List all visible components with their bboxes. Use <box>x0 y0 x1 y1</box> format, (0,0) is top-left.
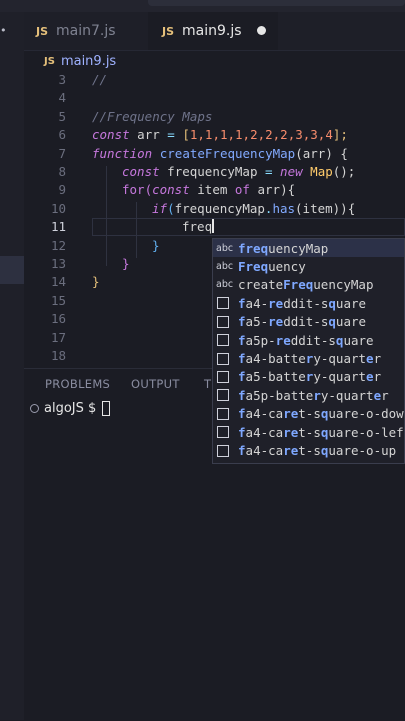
snippet-icon <box>217 444 229 457</box>
code-line: for(const item of arr){ <box>122 182 296 198</box>
line-number: 5 <box>58 108 66 124</box>
js-file-icon: JS <box>162 24 175 38</box>
snippet-icon <box>217 426 229 439</box>
suggestion-item[interactable]: fa5p-reddit-square <box>213 331 404 349</box>
text-suggestion-icon: abc <box>216 261 234 273</box>
terminal-line[interactable]: algoJS $ <box>30 401 111 416</box>
line-number: 7 <box>58 145 66 161</box>
terminal-status-icon <box>30 404 39 413</box>
more-icon[interactable]: • <box>0 24 14 37</box>
snippet-icon <box>217 370 229 383</box>
suggestion-label: fa4-caret-square-o-down <box>238 406 404 422</box>
activity-bar <box>0 12 24 720</box>
line-number: 6 <box>58 127 66 143</box>
command-center[interactable] <box>148 0 405 6</box>
code-line: } <box>122 256 130 271</box>
snippet-icon <box>217 352 229 365</box>
code-line: } <box>92 274 100 290</box>
tab-label: main7.js <box>56 23 116 39</box>
code-line: //Frequency Maps <box>92 108 213 124</box>
code-line: // <box>92 72 108 87</box>
suggestion-label: fa4-caret-square-o-up <box>238 443 397 459</box>
code-line: const frequencyMap = new Map(); <box>122 164 356 179</box>
suggestion-label: createFrequencyMap <box>238 277 374 293</box>
line-number: 17 <box>50 329 66 345</box>
js-file-icon: JS <box>44 55 55 67</box>
tab-output[interactable]: OUTPUT <box>131 377 180 391</box>
suggestion-item[interactable]: fa5-reddit-square <box>213 313 404 331</box>
snippet-icon <box>217 407 229 420</box>
snippet-icon <box>217 297 229 310</box>
suggestion-item[interactable]: fa4-caret-square-o-down <box>213 405 404 423</box>
line-number: 13 <box>50 256 66 271</box>
suggestion-label: fa4-battery-quarter <box>238 351 382 367</box>
line-number: 16 <box>50 311 66 327</box>
suggestion-item[interactable]: fa5-battery-quarter <box>213 368 404 386</box>
active-explorer-item[interactable] <box>0 256 24 284</box>
tab-main7[interactable]: JS main7.js <box>36 12 116 50</box>
unsaved-dot-icon[interactable] <box>257 26 266 35</box>
indent-guide <box>106 166 107 266</box>
line-number: 3 <box>58 72 66 87</box>
tab-terminal[interactable]: T <box>204 377 211 391</box>
code-line: function createFrequencyMap(arr) { <box>92 145 348 161</box>
tab-problems[interactable]: PROBLEMS <box>45 377 110 391</box>
line-number: 18 <box>50 348 66 363</box>
text-suggestion-icon: abc <box>216 279 234 291</box>
suggestion-label: fa5-battery-quarter <box>238 369 382 385</box>
text-cursor <box>212 219 214 234</box>
suggestion-label: fa5p-reddit-square <box>238 332 374 348</box>
suggestion-item[interactable]: abc frequencyMap <box>213 239 404 258</box>
suggestion-label: frequencyMap <box>238 240 329 256</box>
tab-main9[interactable]: JS main9.js <box>148 12 278 50</box>
terminal-cursor <box>102 401 111 416</box>
line-number: 9 <box>58 182 66 198</box>
snippet-icon <box>217 389 229 402</box>
suggestion-label: fa4-reddit-square <box>238 295 367 311</box>
line-number: 14 <box>50 274 66 290</box>
editor-tabs: JS main7.js JS main9.js <box>24 12 405 51</box>
suggestion-item[interactable]: fa4-reddit-square <box>213 294 404 312</box>
line-number: 15 <box>50 292 66 308</box>
suggestion-label: fa4-caret-square-o-left <box>238 424 404 440</box>
line-number: 8 <box>58 164 66 179</box>
code-line: const arr = [1,1,1,1,2,2,2,3,3,4]; <box>92 127 348 143</box>
code-line-current: freq <box>182 219 214 235</box>
current-line-highlight <box>92 218 405 236</box>
js-file-icon: JS <box>36 24 49 38</box>
line-number: 10 <box>50 200 66 216</box>
code-line: } <box>152 237 160 253</box>
suggestion-item[interactable]: abc createFrequencyMap <box>213 276 404 294</box>
line-number: 12 <box>50 237 66 253</box>
suggestion-item[interactable]: fa4-caret-square-o-left <box>213 423 404 441</box>
autocomplete-list[interactable]: abc frequencyMap abc Frequency abc createFreq… <box>212 238 405 464</box>
line-number: 11 <box>50 219 66 235</box>
suggestion-item[interactable]: fa4-battery-quarter <box>213 349 404 367</box>
code-line: if(frequencyMap.has(item)){ <box>152 200 356 216</box>
snippet-icon <box>217 334 229 347</box>
snippet-icon <box>217 315 229 328</box>
suggestion-label: fa5p-battery-quarter <box>238 387 389 403</box>
breadcrumb[interactable]: JS main9.js <box>44 50 116 72</box>
suggestion-item[interactable]: abc Frequency <box>213 257 404 275</box>
text-suggestion-icon: abc <box>216 242 234 254</box>
suggestion-label: Frequency <box>238 259 306 275</box>
breadcrumb-file[interactable]: main9.js <box>61 54 116 69</box>
suggestion-item[interactable]: fa4-caret-square-o-up <box>213 441 404 459</box>
line-number: 4 <box>58 90 66 106</box>
terminal-prompt: algoJS $ <box>44 401 97 416</box>
tab-label: main9.js <box>182 23 242 39</box>
suggestion-label: fa5-reddit-square <box>238 314 367 330</box>
suggestion-item[interactable]: fa5p-battery-quarter <box>213 386 404 404</box>
